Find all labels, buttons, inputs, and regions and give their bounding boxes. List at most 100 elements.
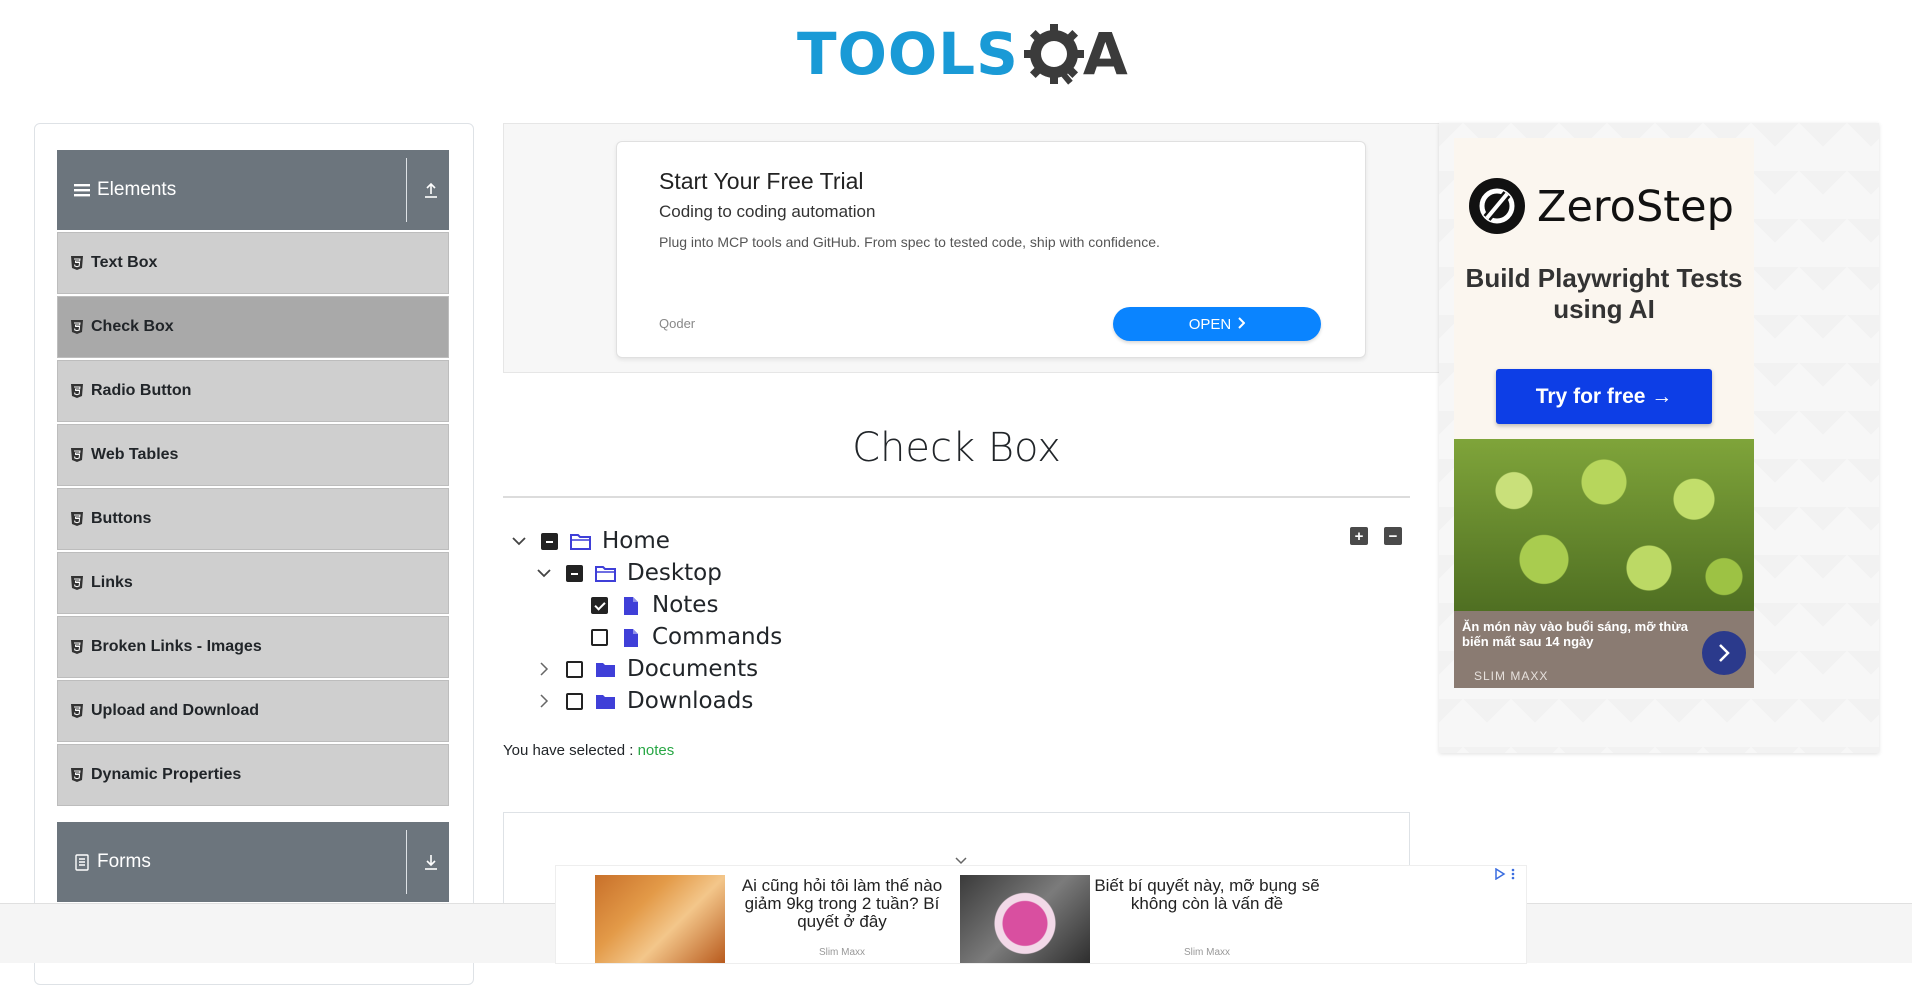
html5-icon bbox=[71, 256, 83, 270]
zerostep-logo-icon bbox=[1469, 178, 1525, 234]
selection-result: You have selected : notes bbox=[503, 742, 674, 759]
checkbox-notes[interactable] bbox=[591, 596, 608, 614]
page-title: Check Box bbox=[852, 425, 1061, 471]
menu-item-radio-button[interactable]: Radio Button bbox=[57, 360, 449, 422]
menu-item-label: Buttons bbox=[91, 510, 152, 527]
toolsqa-logo[interactable]: TOOLS A bbox=[797, 17, 1128, 91]
file-icon bbox=[620, 595, 642, 615]
tree-node-home: Home bbox=[509, 525, 670, 557]
ad-open-label: OPEN bbox=[1188, 315, 1232, 333]
html5-icon bbox=[71, 704, 83, 718]
menu-item-buttons[interactable]: Buttons bbox=[57, 488, 449, 550]
checkbox-downloads[interactable] bbox=[566, 692, 583, 710]
ad-description: Plug into MCP tools and GitHub. From spe… bbox=[659, 234, 1160, 250]
folder-icon bbox=[595, 691, 617, 711]
file-icon bbox=[620, 627, 642, 647]
ad-caption[interactable]: Ăn món này vào buổi sáng, mỡ thừa biến m… bbox=[1454, 611, 1754, 688]
tree-label-notes[interactable]: Notes bbox=[652, 592, 718, 618]
chevron-right-icon bbox=[1237, 316, 1246, 333]
ad-brand: Qoder bbox=[659, 316, 696, 331]
folder-open-icon bbox=[595, 563, 617, 583]
menu-item-label: Web Tables bbox=[91, 446, 179, 463]
hamburger-icon bbox=[73, 181, 91, 199]
menu-item-dynamic-properties[interactable]: Dynamic Properties bbox=[57, 744, 449, 806]
chevron-down-icon[interactable] bbox=[534, 563, 554, 583]
sticky-ad[interactable]: Ai cũng hỏi tôi làm thế nào giảm 9kg tro… bbox=[555, 857, 1527, 964]
ad-food-image[interactable] bbox=[1454, 439, 1754, 611]
menu-item-label: Check Box bbox=[91, 318, 174, 335]
menu-item-label: Dynamic Properties bbox=[91, 766, 242, 783]
html5-icon bbox=[71, 768, 83, 782]
menu-item-upload-and-download[interactable]: Upload and Download bbox=[57, 680, 449, 742]
expand-all-button[interactable]: + bbox=[1350, 527, 1368, 545]
ad-brand: Slim Maxx bbox=[1183, 947, 1231, 958]
chevron-right-icon[interactable] bbox=[1702, 631, 1746, 675]
html5-icon bbox=[71, 448, 83, 462]
menu-item-broken-links-images[interactable]: Broken Links - Images bbox=[57, 616, 449, 678]
checkbox-home[interactable] bbox=[541, 532, 558, 550]
result-value: notes bbox=[637, 742, 675, 759]
folder-icon bbox=[595, 659, 617, 679]
result-prefix: You have selected : bbox=[503, 742, 634, 759]
ad-brand: Slim Maxx bbox=[818, 947, 866, 958]
group-title-forms: Forms bbox=[97, 851, 151, 872]
menu-item-check-box[interactable]: Check Box bbox=[57, 296, 449, 358]
zerostep-ad[interactable]: ZeroStep Build Playwright Tests using AI… bbox=[1454, 138, 1754, 440]
ad-text: Biết bí quyết này, mỡ bụng sẽ không còn … bbox=[1094, 876, 1320, 913]
zerostep-tagline: Build Playwright Tests using AI bbox=[1465, 263, 1743, 324]
divider bbox=[406, 830, 407, 894]
tree-label-home[interactable]: Home bbox=[602, 528, 670, 554]
menu-item-label: Text Box bbox=[91, 254, 158, 271]
chevron-right-icon[interactable] bbox=[534, 659, 554, 679]
zerostep-brand: ZeroStep bbox=[1537, 182, 1734, 232]
ad-thumbnail bbox=[960, 875, 1090, 963]
top-ad-banner: Start Your Free Trial Coding to coding a… bbox=[503, 123, 1440, 373]
tree-label-desktop[interactable]: Desktop bbox=[627, 560, 722, 586]
chevron-down-icon[interactable] bbox=[509, 531, 529, 551]
tree-label-documents[interactable]: Documents bbox=[627, 656, 758, 682]
tree-node-downloads: Downloads bbox=[534, 685, 753, 717]
group-header-forms[interactable]: Forms bbox=[57, 822, 449, 902]
menu-item-links[interactable]: Links bbox=[57, 552, 449, 614]
sticky-ad-item[interactable]: Ai cũng hỏi tôi làm thế nào giảm 9kg tro… bbox=[595, 875, 955, 963]
right-ad[interactable]: ZeroStep Build Playwright Tests using AI… bbox=[1439, 123, 1879, 753]
sticky-ad-item[interactable]: Biết bí quyết này, mỡ bụng sẽ không còn … bbox=[960, 875, 1320, 963]
ad-card[interactable]: Start Your Free Trial Coding to coding a… bbox=[616, 141, 1366, 358]
html5-icon bbox=[71, 640, 83, 654]
group-header-elements[interactable]: Elements bbox=[57, 150, 449, 230]
tree-node-commands: Commands bbox=[559, 621, 782, 653]
logo-text: TOOLS bbox=[797, 20, 1019, 88]
menu-item-text-box[interactable]: Text Box bbox=[57, 232, 449, 294]
collapse-all-button[interactable]: − bbox=[1384, 527, 1402, 545]
checkbox-documents[interactable] bbox=[566, 660, 583, 678]
logo-text-a: A bbox=[1082, 20, 1128, 88]
group-title-elements: Elements bbox=[97, 179, 177, 200]
elements-menu: Text Box Check Box Radio Button Web Tabl… bbox=[57, 232, 449, 808]
collapse-up-icon[interactable] bbox=[421, 180, 441, 200]
menu-item-label: Radio Button bbox=[91, 382, 192, 399]
chevron-right-icon[interactable] bbox=[534, 691, 554, 711]
tree-node-notes: Notes bbox=[559, 589, 718, 621]
menu-item-label: Broken Links - Images bbox=[91, 638, 262, 655]
checkbox-commands[interactable] bbox=[591, 628, 608, 646]
left-sidebar: Elements Text Box Check Box Radio Button… bbox=[34, 123, 474, 985]
ad-caption-text: Ăn món này vào buổi sáng, mỡ thừa biến m… bbox=[1462, 619, 1688, 649]
folder-open-icon bbox=[570, 531, 592, 551]
menu-item-web-tables[interactable]: Web Tables bbox=[57, 424, 449, 486]
chevron-down-icon[interactable] bbox=[954, 856, 968, 866]
try-for-free-button[interactable]: Try for free → bbox=[1496, 369, 1712, 424]
menu-item-label: Links bbox=[91, 574, 133, 591]
checkbox-tree: Home Desktop Notes Commands Documents Do… bbox=[503, 525, 1410, 725]
checkbox-desktop[interactable] bbox=[566, 564, 583, 582]
ad-caption-brand: SLIM MAXX bbox=[1474, 669, 1549, 683]
menu-item-label: Upload and Download bbox=[91, 702, 259, 719]
adchoices-icon[interactable] bbox=[1494, 867, 1516, 883]
ad-title: Start Your Free Trial bbox=[659, 168, 864, 194]
expand-down-icon[interactable] bbox=[421, 852, 441, 872]
ad-open-button[interactable]: OPEN bbox=[1113, 307, 1321, 341]
html5-icon bbox=[71, 384, 83, 398]
tree-label-downloads[interactable]: Downloads bbox=[627, 688, 753, 714]
tree-label-commands[interactable]: Commands bbox=[652, 624, 782, 650]
